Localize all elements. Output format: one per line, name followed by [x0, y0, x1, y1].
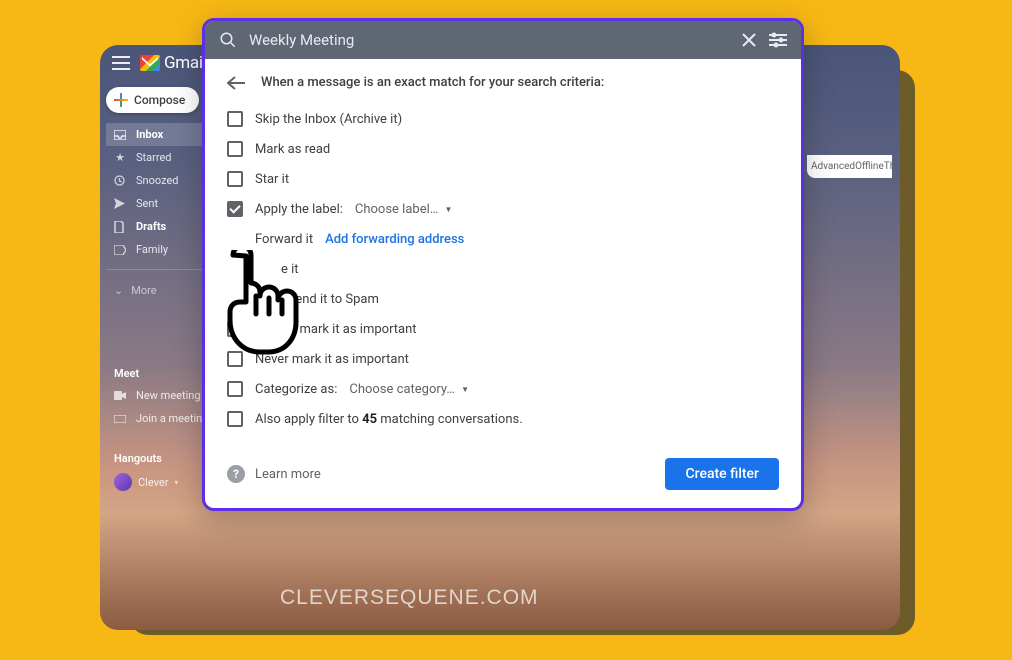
checkbox-mark-read[interactable] [227, 141, 243, 157]
video-icon [114, 391, 126, 400]
gmail-logo[interactable]: Gmail [140, 53, 207, 73]
back-arrow-icon[interactable] [227, 76, 245, 90]
filter-row-spam: r send it to Spam [227, 284, 779, 314]
more-label: More [131, 284, 156, 297]
hangouts-username: Clever [138, 476, 168, 489]
draft-icon [114, 221, 126, 233]
also-apply-prefix: Also apply filter to [255, 412, 362, 427]
dialog-header-row: When a message is an exact match for you… [227, 75, 779, 90]
dialog-search-bar [205, 21, 801, 59]
divider [106, 269, 217, 270]
choose-label-dropdown[interactable]: Choose label… ▼ [355, 202, 452, 217]
tab-advanced[interactable]: Advanced [811, 161, 855, 172]
row-label: Apply the label: [255, 202, 343, 217]
checkbox-star[interactable] [227, 171, 243, 187]
chevron-down-icon: ▼ [444, 205, 452, 214]
row-label: Skip the Inbox (Archive it) [255, 112, 402, 127]
search-icon[interactable] [219, 31, 237, 49]
close-icon[interactable] [741, 32, 757, 48]
also-apply-suffix: matching conversations. [377, 412, 523, 427]
chevron-down-icon: ▾ [174, 478, 178, 487]
gmail-m-icon [140, 55, 160, 71]
dropdown-value: Choose category… [349, 382, 455, 397]
dialog-heading: When a message is an exact match for you… [261, 75, 604, 90]
learn-more-label: Learn more [255, 467, 321, 482]
filter-row-mark-read: Mark as read [227, 134, 779, 164]
row-label: Star it [255, 172, 289, 187]
avatar [114, 473, 132, 491]
filter-row-categorize: Categorize as: Choose category… ▼ [227, 374, 779, 404]
star-icon: ★ [114, 151, 126, 164]
chevron-down-icon: ⌄ [114, 284, 123, 297]
sidebar-item-label: Drafts [136, 220, 166, 233]
row-label: Also apply filter to 45 matching convers… [255, 412, 523, 427]
dialog-footer: ? Learn more Create filter [227, 458, 779, 490]
settings-tabs: Advanced Offline Th [807, 155, 892, 178]
learn-more-link[interactable]: ? Learn more [227, 465, 321, 483]
filter-row-not-important: Never mark it as important [227, 344, 779, 374]
gmail-brand-text: Gmail [164, 53, 207, 73]
plus-icon [114, 93, 128, 107]
compose-label: Compose [134, 93, 185, 107]
also-apply-count: 45 [362, 412, 377, 427]
menu-icon[interactable] [112, 56, 130, 70]
join-meeting-label: Join a meeting [136, 412, 208, 425]
inbox-icon [114, 130, 126, 140]
keyboard-icon [114, 415, 126, 423]
sidebar-item-label: Snoozed [136, 174, 178, 187]
new-meeting-label: New meeting [136, 389, 201, 402]
filter-row-forward: Forward it Add forwarding address [227, 224, 779, 254]
row-label: Categorize as: [255, 382, 337, 397]
checkbox-also-apply[interactable] [227, 411, 243, 427]
label-icon [114, 245, 126, 255]
dropdown-value: Choose label… [355, 202, 439, 217]
watermark: CLEVERSEQUENE.COM [280, 586, 539, 610]
tune-icon[interactable] [769, 32, 787, 48]
send-icon [114, 198, 126, 209]
tab-themes[interactable]: Th [884, 161, 895, 172]
sidebar-item-label: Sent [136, 197, 158, 210]
checkbox-categorize[interactable] [227, 381, 243, 397]
choose-category-dropdown[interactable]: Choose category… ▼ [349, 382, 469, 397]
filter-row-skip-inbox: Skip the Inbox (Archive it) [227, 104, 779, 134]
checkbox-skip-inbox[interactable] [227, 111, 243, 127]
checkbox-apply-label[interactable] [227, 201, 243, 217]
row-label: Mark as read [255, 142, 330, 157]
sidebar-item-label: Inbox [136, 128, 163, 141]
filter-row-star: Star it [227, 164, 779, 194]
search-input[interactable] [249, 31, 729, 49]
filter-row-important: Always mark it as important [227, 314, 779, 344]
sidebar-item-label: Starred [136, 151, 172, 164]
tab-offline[interactable]: Offline [855, 161, 884, 172]
filter-row-apply-label: Apply the label: Choose label… ▼ [227, 194, 779, 224]
clock-icon [114, 175, 126, 186]
filter-row-delete: e it [227, 254, 779, 284]
chevron-down-icon: ▼ [461, 385, 469, 394]
help-icon: ? [227, 465, 245, 483]
create-filter-button[interactable]: Create filter [665, 458, 779, 490]
filter-row-also-apply: Also apply filter to 45 matching convers… [227, 404, 779, 434]
row-label: Forward it [255, 232, 313, 247]
compose-button[interactable]: Compose [106, 87, 199, 113]
cursor-hand-icon [212, 250, 292, 345]
sidebar-item-label: Family [136, 243, 168, 256]
add-forwarding-link[interactable]: Add forwarding address [325, 232, 464, 247]
